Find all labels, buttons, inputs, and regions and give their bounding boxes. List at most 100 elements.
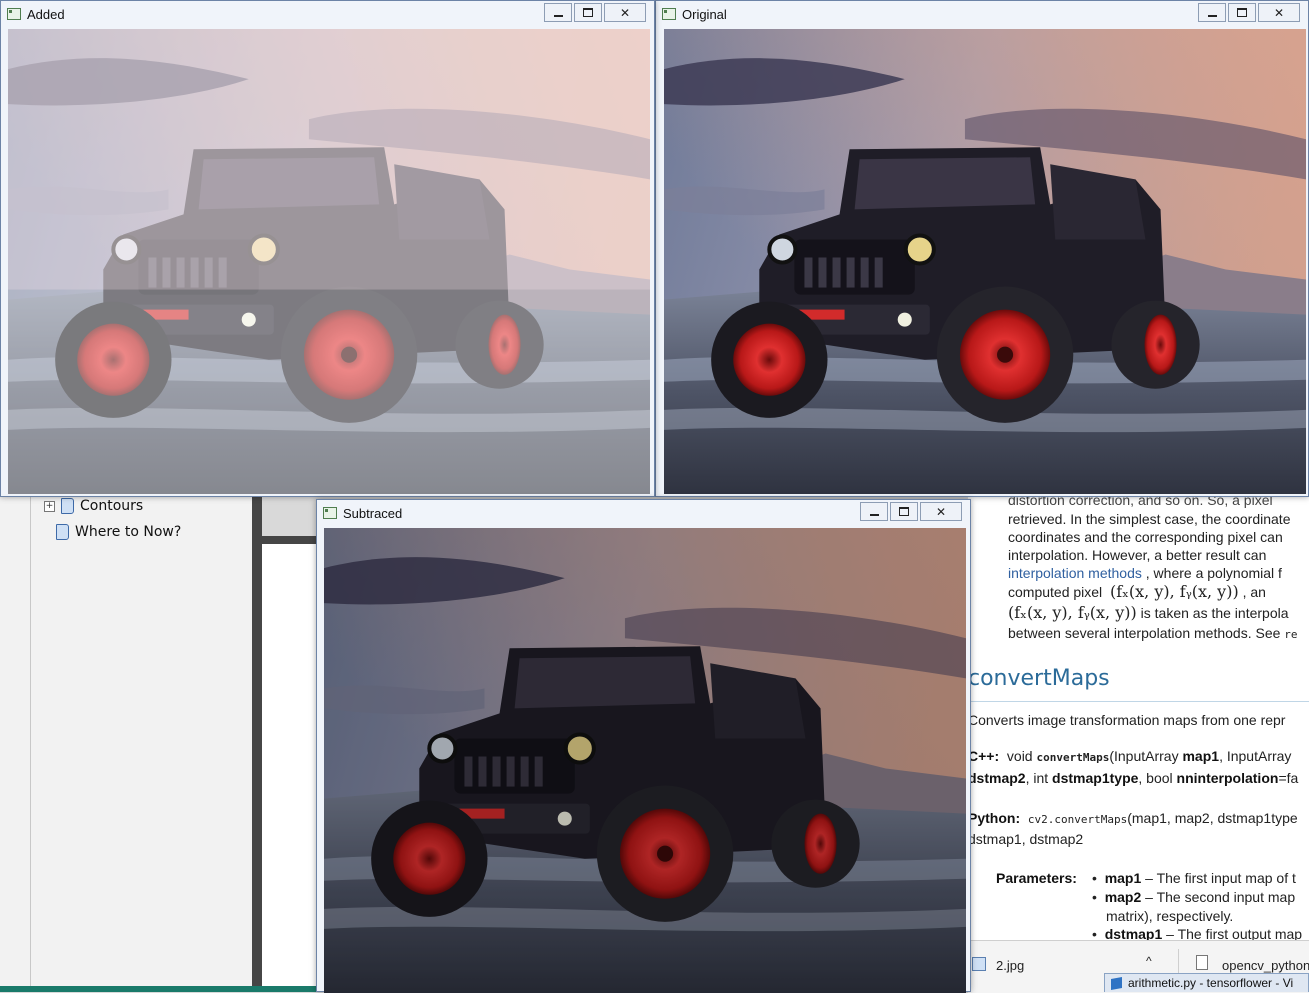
heading-rule bbox=[968, 701, 1309, 702]
doc-text-line: between several interpolation methods. S… bbox=[1008, 625, 1298, 641]
tree-guide-line bbox=[30, 470, 31, 992]
background-pane bbox=[262, 544, 318, 992]
doc-text: , an bbox=[1242, 584, 1266, 600]
python-label: Python: bbox=[968, 810, 1021, 826]
maximize-icon bbox=[899, 507, 909, 516]
opencv-window-icon bbox=[662, 8, 676, 20]
cpp-label: C++: bbox=[968, 748, 1000, 764]
doc-text: coordinates and the corresponding pixel … bbox=[1008, 529, 1283, 545]
maximize-icon bbox=[583, 8, 593, 17]
param-name: map2 bbox=[1104, 889, 1142, 905]
doc-code: re bbox=[1284, 628, 1298, 641]
parameters-label: Parameters: bbox=[996, 870, 1077, 886]
opencv-window-icon bbox=[7, 8, 21, 20]
opencv-window-icon bbox=[323, 507, 337, 519]
window-controls: ✕ bbox=[1198, 3, 1300, 22]
subtracted-window[interactable]: Subtraced ✕ bbox=[316, 499, 971, 993]
vscode-icon bbox=[1111, 976, 1122, 990]
doc-text: , where a polynomial f bbox=[1141, 565, 1282, 581]
jeep-image bbox=[664, 29, 1306, 494]
doc-text: (InputArray bbox=[1109, 748, 1179, 764]
opencv-documentation-page: distortion correction, and so on. So, a … bbox=[968, 470, 1309, 940]
interpolation-methods-link[interactable]: interpolation methods bbox=[1008, 565, 1142, 581]
cpp-signature-line1: C++: void convertMaps(InputArray map1, I… bbox=[968, 748, 1291, 764]
maximize-button[interactable] bbox=[1228, 3, 1256, 22]
original-window[interactable]: Original ✕ bbox=[655, 0, 1309, 497]
close-icon: ✕ bbox=[1273, 5, 1285, 20]
doc-text: =fa bbox=[1278, 770, 1299, 786]
python-signature-line1: Python: cv2.convertMaps(map1, map2, dstm… bbox=[968, 810, 1298, 826]
param-item: • map2 – The second input map bbox=[1092, 889, 1296, 905]
window-titlebar[interactable]: Subtraced ✕ bbox=[317, 500, 970, 526]
window-controls: ✕ bbox=[860, 502, 962, 521]
help-tree-sidebar: + Contours Where to Now? bbox=[0, 470, 259, 992]
close-icon: ✕ bbox=[619, 5, 631, 20]
tree-item-label: Contours bbox=[80, 498, 144, 514]
doc-text: computed pixel bbox=[1008, 584, 1103, 600]
doc-text: , bool bbox=[1138, 770, 1173, 786]
doc-text: , int bbox=[1025, 770, 1049, 786]
maximize-icon bbox=[1237, 8, 1247, 17]
file-icon bbox=[1196, 955, 1208, 970]
param-name: nninterpolation bbox=[1176, 770, 1279, 786]
window-title: Subtraced bbox=[343, 505, 403, 521]
splitter-bar-horizontal bbox=[262, 536, 318, 544]
minimize-button[interactable] bbox=[860, 502, 888, 521]
book-icon bbox=[61, 498, 74, 514]
window-title: Added bbox=[27, 6, 65, 22]
doc-text: , InputArray bbox=[1219, 748, 1292, 764]
math-formula: (fₓ(x, y), fᵧ(x, y)) bbox=[1109, 582, 1239, 601]
doc-text-line: computed pixel (fₓ(x, y), fᵧ(x, y)) , an bbox=[1008, 582, 1266, 601]
tree-item-where-to-now[interactable]: Where to Now? bbox=[56, 524, 181, 540]
tree-item-contours[interactable]: + Contours bbox=[44, 498, 143, 514]
param-desc: – The first input map of t bbox=[1141, 870, 1296, 886]
tree-item-label: Where to Now? bbox=[75, 524, 182, 540]
download-item-name[interactable]: 2.jpg bbox=[996, 958, 1024, 973]
parameters-heading: Parameters: bbox=[996, 870, 1077, 886]
image-file-icon bbox=[972, 957, 986, 971]
expand-icon[interactable]: + bbox=[44, 500, 55, 512]
download-item-name[interactable]: opencv_python bbox=[1222, 958, 1309, 973]
doc-text: interpolation. However, a better result … bbox=[1008, 547, 1267, 563]
math-formula: (fₓ(x, y), fᵧ(x, y)) bbox=[1008, 603, 1137, 622]
param-name: dstmap2 bbox=[968, 770, 1026, 786]
minimize-icon bbox=[553, 14, 563, 17]
window-titlebar[interactable]: Original ✕ bbox=[656, 1, 1308, 27]
window-titlebar[interactable]: Added ✕ bbox=[1, 1, 654, 27]
doc-text: (map1, map2, dstmap1type bbox=[1127, 810, 1298, 826]
added-image bbox=[8, 29, 650, 494]
param-desc: – The first output map bbox=[1162, 926, 1303, 940]
close-button[interactable]: ✕ bbox=[604, 3, 646, 22]
param-item: • map1 – The first input map of t bbox=[1092, 870, 1296, 886]
subtracted-image bbox=[324, 528, 966, 993]
param-name: map1 bbox=[1182, 748, 1220, 764]
function-summary: Converts image transformation maps from … bbox=[968, 712, 1286, 728]
window-controls: ✕ bbox=[544, 3, 646, 22]
minimize-button[interactable] bbox=[544, 3, 572, 22]
param-name: dstmap1type bbox=[1052, 770, 1139, 786]
doc-text: retrieved. In the simplest case, the coo… bbox=[1008, 511, 1291, 527]
close-button[interactable]: ✕ bbox=[1258, 3, 1300, 22]
param-name: map1 bbox=[1104, 870, 1142, 886]
maximize-button[interactable] bbox=[890, 502, 918, 521]
close-button[interactable]: ✕ bbox=[920, 502, 962, 521]
minimize-icon bbox=[869, 513, 879, 516]
added-window[interactable]: Added ✕ bbox=[0, 0, 655, 497]
chevron-up-icon[interactable]: ^ bbox=[1146, 954, 1152, 968]
vscode-taskbar-button[interactable]: arithmetic.py - tensorflower - Vi bbox=[1104, 973, 1309, 992]
minimize-icon bbox=[1207, 14, 1217, 17]
doc-text: is taken as the interpola bbox=[1136, 605, 1289, 621]
cpp-signature-line2: dstmap2, int dstmap1type, bool nninterpo… bbox=[968, 770, 1298, 786]
python-signature-line2: dstmap1, dstmap2 bbox=[968, 831, 1084, 847]
taskbar-strip bbox=[0, 986, 320, 992]
doc-text: void bbox=[1006, 748, 1033, 764]
vscode-window-title: arithmetic.py - tensorflower - Vi bbox=[1128, 976, 1294, 990]
jeep-image-brightened bbox=[8, 29, 650, 494]
param-name: dstmap1 bbox=[1104, 926, 1163, 940]
doc-text: between several interpolation methods. S… bbox=[1008, 625, 1281, 641]
maximize-button[interactable] bbox=[574, 3, 602, 22]
splitter-bar[interactable] bbox=[252, 470, 262, 992]
minimize-button[interactable] bbox=[1198, 3, 1226, 22]
doc-text-line: interpolation methods , where a polynomi… bbox=[1008, 565, 1282, 581]
param-desc-cont: matrix), respectively. bbox=[1106, 908, 1234, 924]
